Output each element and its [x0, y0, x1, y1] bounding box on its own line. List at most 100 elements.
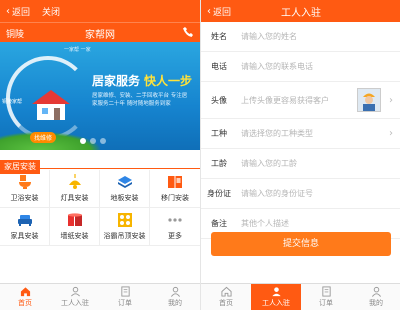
city-row: 铜陵 家帮网 — [0, 22, 200, 43]
carousel-dot[interactable] — [80, 138, 86, 144]
sliding-door-icon — [168, 176, 182, 188]
tab-orders[interactable]: 订单 — [301, 284, 351, 310]
back-button[interactable]: ‹ 返回 — [0, 5, 30, 18]
top-bar: ‹ 返回 工人入驻 — [201, 0, 400, 22]
more-icon — [168, 218, 182, 222]
worker-icon — [70, 286, 80, 297]
tab-label: 订单 — [319, 299, 333, 307]
service-item-toilet[interactable]: 卫浴安装 — [0, 170, 50, 208]
form-row-trade[interactable]: 工种 请选择您的工种类型 › — [201, 119, 400, 149]
service-label: 卫浴安装 — [10, 194, 39, 202]
service-label: 家具安装 — [10, 232, 39, 240]
service-item-furniture[interactable]: 家具安装 — [0, 208, 50, 246]
service-label: 灯具安装 — [60, 194, 89, 202]
tab-orders[interactable]: 订单 — [100, 284, 150, 310]
field-label: 头像 — [211, 95, 227, 105]
phone-input[interactable]: 请输入您的联系电话 — [241, 61, 313, 72]
home-icon — [20, 287, 30, 297]
form-row-name[interactable]: 姓名 请输入您的姓名 — [201, 22, 400, 52]
floor-icon — [117, 176, 132, 188]
form-row-seniority[interactable]: 工龄 请输入您的工龄 — [201, 149, 400, 179]
order-icon — [120, 286, 130, 297]
seniority-input[interactable]: 请输入您的工龄 — [241, 158, 297, 169]
name-input[interactable]: 请输入您的姓名 — [241, 31, 297, 42]
field-label: 工种 — [211, 129, 227, 138]
carousel-dots — [80, 138, 106, 144]
service-label: 浴霸吊顶安装 — [103, 232, 146, 240]
user-icon — [371, 286, 381, 297]
tab-label: 我的 — [168, 299, 182, 307]
order-icon — [321, 286, 331, 297]
site-name: 家帮网 — [85, 29, 115, 41]
tab-label: 我的 — [369, 299, 383, 307]
worker-join-screen: ‹ 返回 工人入驻 姓名 请输入您的姓名 电话 请输入您的联系电话 头像 上传头… — [200, 0, 400, 310]
tab-home[interactable]: 首页 — [201, 284, 251, 310]
field-label: 备注 — [211, 219, 227, 228]
wallpaper-icon — [67, 213, 82, 226]
tab-mine[interactable]: 我的 — [150, 284, 200, 310]
trade-select[interactable]: 请选择您的工种类型 — [241, 128, 313, 139]
chevron-right-icon: › — [389, 128, 393, 139]
worker-form: 姓名 请输入您的姓名 电话 请输入您的联系电话 头像 上传头像更容易获得客户 ›… — [201, 22, 400, 239]
tab-worker-join[interactable]: 工人入驻 — [50, 284, 100, 310]
form-row-phone[interactable]: 电话 请输入您的联系电话 — [201, 52, 400, 82]
back-label: 返回 — [213, 7, 232, 18]
chevron-left-icon: ‹ — [6, 5, 10, 17]
worker-icon — [271, 287, 281, 297]
service-label: 地板安装 — [110, 194, 139, 202]
service-item-floor[interactable]: 地板安装 — [100, 170, 150, 208]
tab-mine[interactable]: 我的 — [351, 284, 400, 310]
banner-headline-text: 居家服务 — [92, 74, 141, 88]
service-label: 移门安装 — [161, 194, 189, 202]
avatar-upload[interactable]: 上传头像更容易获得客户 — [241, 95, 329, 106]
house-icon — [32, 90, 70, 120]
service-label: 更多 — [168, 232, 182, 240]
section-header: 家居安装 — [0, 154, 200, 174]
service-item-more[interactable]: 更多 — [150, 208, 200, 246]
field-label: 电话 — [211, 62, 227, 71]
banner-small-label: 铜陵家帮 — [2, 99, 23, 105]
tab-worker-join[interactable]: 工人入驻 — [251, 284, 301, 310]
promo-banner[interactable]: 一家帮 一家 铜陵家帮 居家服务 快人一步 居家维修、安装、二手回收平台 专注居家… — [0, 42, 200, 150]
id-card-input[interactable]: 请输入您的身份证号 — [241, 188, 313, 199]
phone-icon[interactable] — [182, 26, 194, 38]
lamp-icon — [68, 174, 81, 189]
submit-button[interactable]: 提交信息 — [211, 232, 391, 256]
back-button[interactable]: ‹ 返回 — [201, 5, 231, 18]
back-label: 返回 — [12, 7, 31, 18]
chevron-right-icon: › — [389, 94, 393, 106]
form-row-id-card[interactable]: 身份证 请输入您的身份证号 — [201, 179, 400, 209]
tab-label: 首页 — [18, 299, 32, 307]
service-item-sliding-door[interactable]: 移门安装 — [150, 170, 200, 208]
field-label: 姓名 — [211, 32, 227, 41]
user-icon — [170, 286, 180, 297]
chevron-left-icon: ‹ — [207, 5, 211, 17]
tab-label: 工人入驻 — [262, 299, 290, 307]
bottom-tab-bar: 首页 工人入驻 订单 我的 — [0, 283, 200, 310]
remarks-input[interactable]: 其他个人描述 — [241, 218, 289, 229]
tab-label: 订单 — [118, 299, 132, 307]
service-item-wallpaper[interactable]: 墙纸安装 — [50, 208, 100, 246]
bath-heater-icon — [117, 213, 132, 227]
home-icon — [220, 286, 232, 297]
home-screen: ‹ 返回 关闭 铜陵 家帮网 一家帮 一家 铜陵家帮 居家服务 快人一步 居家维修… — [0, 0, 200, 310]
banner-tagline: 一家帮 一家 — [64, 47, 91, 53]
service-grid: 卫浴安装 灯具安装 地板安装 移门安装 家具安装 墙纸安装 浴霸吊顶安装 更多 — [0, 170, 200, 246]
avatar-image[interactable] — [357, 88, 381, 112]
toilet-icon — [18, 175, 31, 189]
field-label: 工龄 — [211, 159, 227, 168]
carousel-dot[interactable] — [100, 138, 106, 144]
carousel-dot[interactable] — [90, 138, 96, 144]
banner-badge: 找维修 — [30, 132, 57, 143]
service-item-lamp[interactable]: 灯具安装 — [50, 170, 100, 208]
field-label: 身份证 — [207, 189, 231, 198]
banner-headline-highlight: 快人一步 — [144, 74, 193, 88]
tab-home[interactable]: 首页 — [0, 284, 50, 310]
close-button[interactable]: 关闭 — [42, 5, 60, 18]
bottom-tab-bar: 首页 工人入驻 订单 我的 — [201, 283, 400, 310]
service-item-bath-heater[interactable]: 浴霸吊顶安装 — [100, 208, 150, 246]
sofa-icon — [17, 215, 32, 226]
tab-label: 首页 — [219, 299, 233, 307]
banner-headline: 居家服务 快人一步 — [92, 72, 192, 89]
form-row-avatar[interactable]: 头像 上传头像更容易获得客户 › — [201, 82, 400, 119]
